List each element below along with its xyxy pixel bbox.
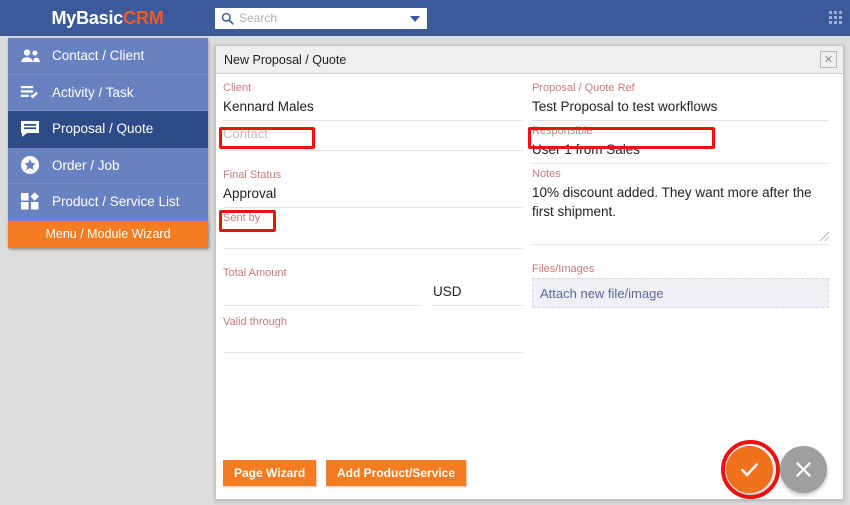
sidebar-item-proposal-quote[interactable]: Proposal / Quote <box>8 111 208 148</box>
form-left-column: Client Kennard Males Contact Final Statu… <box>223 80 523 355</box>
field-final-status-label: Final Status <box>223 169 282 181</box>
field-contact-placeholder[interactable]: Contact <box>223 123 523 151</box>
field-notes: Notes 10% discount added. They want more… <box>532 166 829 247</box>
page-wizard-button[interactable]: Page Wizard <box>223 460 317 486</box>
field-responsible-label: Responsible <box>532 125 593 137</box>
field-notes-label: Notes <box>532 168 561 180</box>
panel-title-bar: New Proposal / Quote ✕ <box>216 46 843 74</box>
new-proposal-panel: New Proposal / Quote ✕ Client Kennard Ma… <box>215 45 844 500</box>
field-total-amount: Total Amount USD <box>223 265 523 308</box>
sidebar-item-order-job[interactable]: Order / Job <box>8 147 208 184</box>
sidebar-item-product-service-list[interactable]: Product / Service List <box>8 184 208 221</box>
star-circle-icon <box>8 155 52 175</box>
chevron-down-icon[interactable] <box>410 15 420 22</box>
sidebar: Contact / Client Activity / Task Proposa… <box>0 36 215 505</box>
grid-box-icon <box>8 192 52 211</box>
field-currency-value[interactable]: USD <box>433 282 523 306</box>
field-final-status-value[interactable]: Approval <box>223 184 523 208</box>
field-valid-through-value[interactable] <box>223 331 523 353</box>
cancel-button[interactable] <box>780 446 827 493</box>
close-icon[interactable]: ✕ <box>820 51 837 68</box>
sidebar-item-label: Contact / Client <box>52 48 145 64</box>
sidebar-item-activity-task[interactable]: Activity / Task <box>8 74 208 111</box>
field-total-amount-value[interactable] <box>223 282 421 306</box>
field-client-label: Client <box>223 82 252 94</box>
sidebar-item-label: Product / Service List <box>52 194 180 210</box>
amount-row: USD <box>223 282 523 306</box>
sidebar-menu: Contact / Client Activity / Task Proposa… <box>8 38 208 248</box>
field-valid-through-label: Valid through <box>223 316 288 328</box>
top-header-bar: MyBasicCRM <box>0 0 850 36</box>
field-valid-through: Valid through <box>223 314 523 355</box>
close-x-icon <box>796 462 811 477</box>
field-client: Client Kennard Males <box>223 80 523 123</box>
field-proposal-ref-value[interactable]: Test Proposal to test workflows <box>532 97 829 121</box>
field-sent-by: Sent by <box>223 210 523 251</box>
chat-bubble-icon <box>8 120 52 138</box>
sidebar-item-label: Activity / Task <box>52 84 134 100</box>
grid-apps-icon[interactable] <box>829 11 842 24</box>
search-box[interactable] <box>215 7 427 29</box>
search-icon <box>221 12 234 25</box>
field-total-amount-label: Total Amount <box>223 267 287 279</box>
field-files-images-label: Files/Images <box>532 263 595 275</box>
field-final-status: Final Status Approval <box>223 167 523 210</box>
attach-file-button[interactable]: Attach new file/image <box>532 278 829 308</box>
task-list-check-icon <box>8 84 52 101</box>
menu-module-wizard-label: Menu / Module Wizard <box>45 227 171 241</box>
save-button[interactable] <box>726 446 773 493</box>
field-notes-text: 10% discount added. They want more after… <box>532 185 812 219</box>
field-contact: Contact <box>223 123 523 153</box>
brand-name-accent: CRM <box>123 7 164 28</box>
field-notes-value[interactable]: 10% discount added. They want more after… <box>532 183 829 245</box>
field-files-images: Files/Images Attach new file/image <box>532 261 829 310</box>
app-logo: MyBasicCRM <box>0 8 215 29</box>
field-sent-by-value[interactable] <box>223 227 523 249</box>
attach-file-label: Attach new file/image <box>540 285 664 301</box>
field-proposal-ref-label: Proposal / Quote Ref <box>532 82 635 94</box>
field-responsible-value[interactable]: User 1 from Sales <box>532 140 829 164</box>
search-input[interactable] <box>239 11 404 25</box>
menu-module-wizard-button[interactable]: Menu / Module Wizard <box>8 220 208 248</box>
sidebar-item-contact-client[interactable]: Contact / Client <box>8 38 208 75</box>
page-title: New Proposal / Quote <box>224 52 347 67</box>
people-icon <box>8 48 52 64</box>
textarea-resize-handle[interactable] <box>820 232 829 241</box>
brand-name-primary: MyBasic <box>51 7 124 28</box>
sidebar-item-label: Proposal / Quote <box>52 121 154 137</box>
checkmark-icon <box>741 463 758 477</box>
sidebar-item-label: Order / Job <box>52 157 120 173</box>
panel-body: Client Kennard Males Contact Final Statu… <box>216 74 843 500</box>
field-sent-by-label: Sent by <box>223 212 261 224</box>
field-proposal-ref: Proposal / Quote Ref Test Proposal to te… <box>532 80 829 123</box>
field-responsible: Responsible User 1 from Sales <box>532 123 829 166</box>
form-right-column: Proposal / Quote Ref Test Proposal to te… <box>532 80 829 310</box>
field-client-value[interactable]: Kennard Males <box>223 97 523 121</box>
add-product-service-button[interactable]: Add Product/Service <box>326 460 467 486</box>
